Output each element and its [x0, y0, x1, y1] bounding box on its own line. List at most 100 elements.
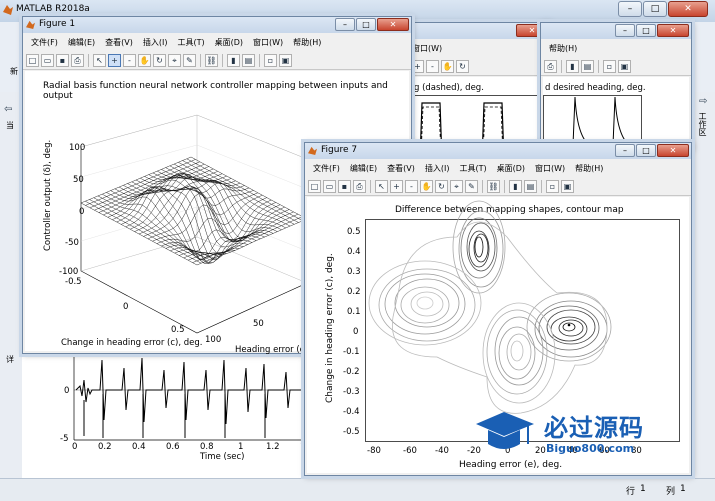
y-tick: -0.5 [343, 427, 360, 437]
x-axis-label: Heading error (e), deg. [459, 460, 563, 470]
zoom-out-icon[interactable]: - [405, 179, 418, 193]
legend-icon[interactable]: ▤ [524, 179, 537, 193]
menu-window[interactable]: 窗口(W) [412, 41, 442, 56]
x-tick: 0 [72, 442, 78, 452]
menu-help[interactable]: 帮助(H) [575, 161, 603, 176]
menu-file[interactable]: 文件(F) [313, 161, 340, 176]
menu-desktop[interactable]: 桌面(D) [497, 161, 525, 176]
edit-plot-icon[interactable]: ↖ [375, 179, 388, 193]
workspace-tab[interactable]: 工作区 [697, 112, 708, 136]
colorbar-icon[interactable]: ▮ [509, 179, 522, 193]
toolbar: + - ✋ ↻ [408, 57, 550, 76]
print-icon[interactable]: ⎙ [353, 179, 366, 193]
close-button[interactable]: ✕ [657, 144, 689, 157]
maximize-button[interactable]: □ [636, 24, 656, 37]
brush-icon[interactable]: ✎ [465, 179, 478, 193]
zoom-in-icon[interactable]: + [411, 59, 424, 73]
new-figure-icon[interactable]: □ [26, 53, 39, 67]
back-arrow-icon[interactable]: ⇦ [4, 104, 12, 115]
rotate-icon[interactable]: ↻ [435, 179, 448, 193]
hide-plot-tools-icon[interactable]: ▫ [264, 53, 277, 67]
rotate-icon[interactable]: ↻ [153, 53, 166, 67]
maximize-button[interactable]: □ [636, 144, 656, 157]
back-a-title: g (dashed), deg. [414, 83, 484, 93]
matlab-logo-icon [3, 5, 13, 15]
figure-title: Figure 1 [39, 19, 76, 29]
figure-window-back-b[interactable]: – □ ✕ 帮助(H) ⎙ ▮ ▤ ▫ ▣ d desired heading,… [540, 22, 692, 150]
menu-window[interactable]: 窗口(W) [535, 161, 565, 176]
menu-view[interactable]: 查看(V) [387, 161, 415, 176]
contour-lines [368, 200, 612, 414]
save-icon[interactable]: ▪ [56, 53, 69, 67]
save-icon[interactable]: ▪ [338, 179, 351, 193]
minimize-button[interactable]: – [618, 1, 642, 17]
c-tick: -0.5 [65, 277, 82, 287]
edit-plot-icon[interactable]: ↖ [93, 53, 106, 67]
y-tick: 0.1 [347, 307, 361, 317]
y-tick: -0.4 [343, 407, 360, 417]
menu-insert[interactable]: 插入(I) [143, 35, 168, 50]
toolbar-separator [222, 53, 223, 67]
y-tick: 0.3 [347, 267, 361, 277]
minimize-button[interactable]: – [615, 24, 635, 37]
toolbar-separator [598, 59, 599, 73]
legend-icon[interactable]: ▤ [581, 59, 594, 73]
y-tick: 0.4 [347, 247, 361, 257]
e-tick: 100 [205, 335, 222, 345]
menu-edit[interactable]: 编辑(E) [68, 35, 95, 50]
x-tick: 0.6 [166, 442, 180, 452]
y-tick: 0 [64, 386, 70, 396]
open-file-icon[interactable]: ▭ [41, 53, 54, 67]
menu-file[interactable]: 文件(F) [31, 35, 58, 50]
figure-title-bar: Figure 1 – □ ✕ [23, 17, 411, 33]
maximize-button[interactable]: □ [356, 18, 376, 31]
pan-icon[interactable]: ✋ [138, 53, 151, 67]
link-plot-icon[interactable]: ⛓ [487, 179, 500, 193]
pan-icon[interactable]: ✋ [420, 179, 433, 193]
hide-plot-tools-icon[interactable]: ▫ [546, 179, 559, 193]
toolbar: □ ▭ ▪ ⎙ ↖ + - ✋ ↻ ⌖ ✎ ⛓ ▮ ▤ ▫ ▣ [23, 51, 411, 70]
close-button[interactable]: ✕ [657, 24, 689, 37]
menu-window[interactable]: 窗口(W) [253, 35, 283, 50]
menu-help[interactable]: 帮助(H) [549, 41, 577, 56]
menu-edit[interactable]: 编辑(E) [350, 161, 377, 176]
zoom-out-icon[interactable]: - [426, 59, 439, 73]
legend-icon[interactable]: ▤ [242, 53, 255, 67]
menu-help[interactable]: 帮助(H) [293, 35, 321, 50]
menu-tools[interactable]: 工具(T) [459, 161, 486, 176]
zoom-out-icon[interactable]: - [123, 53, 136, 67]
rotate-icon[interactable]: ↻ [456, 59, 469, 73]
minimize-button[interactable]: – [335, 18, 355, 31]
toolbar-separator [504, 179, 505, 193]
print-icon[interactable]: ⎙ [71, 53, 84, 67]
print-icon[interactable]: ⎙ [544, 59, 557, 73]
c-tick: 0.5 [171, 325, 185, 335]
show-plot-tools-icon[interactable]: ▣ [618, 59, 631, 73]
link-plot-icon[interactable]: ⛓ [205, 53, 218, 67]
colorbar-icon[interactable]: ▮ [566, 59, 579, 73]
new-figure-icon[interactable]: □ [308, 179, 321, 193]
forward-arrow-icon[interactable]: ⇨ [699, 96, 707, 107]
data-cursor-icon[interactable]: ⌖ [168, 53, 181, 67]
zoom-in-icon[interactable]: + [108, 53, 121, 67]
show-plot-tools-icon[interactable]: ▣ [279, 53, 292, 67]
menu-desktop[interactable]: 桌面(D) [215, 35, 243, 50]
data-cursor-icon[interactable]: ⌖ [450, 179, 463, 193]
close-button[interactable]: ✕ [377, 18, 409, 31]
menu-insert[interactable]: 插入(I) [425, 161, 450, 176]
figure-title: Figure 7 [321, 145, 358, 155]
hide-plot-tools-icon[interactable]: ▫ [603, 59, 616, 73]
z-tick: -100 [59, 267, 79, 277]
zoom-in-icon[interactable]: + [390, 179, 403, 193]
maximize-button[interactable]: □ [643, 1, 667, 17]
show-plot-tools-icon[interactable]: ▣ [561, 179, 574, 193]
colorbar-icon[interactable]: ▮ [227, 53, 240, 67]
toolbar-separator [561, 59, 562, 73]
open-file-icon[interactable]: ▭ [323, 179, 336, 193]
minimize-button[interactable]: – [615, 144, 635, 157]
close-button[interactable]: ✕ [668, 1, 708, 17]
brush-icon[interactable]: ✎ [183, 53, 196, 67]
menu-tools[interactable]: 工具(T) [177, 35, 204, 50]
pan-icon[interactable]: ✋ [441, 59, 454, 73]
menu-view[interactable]: 查看(V) [105, 35, 133, 50]
